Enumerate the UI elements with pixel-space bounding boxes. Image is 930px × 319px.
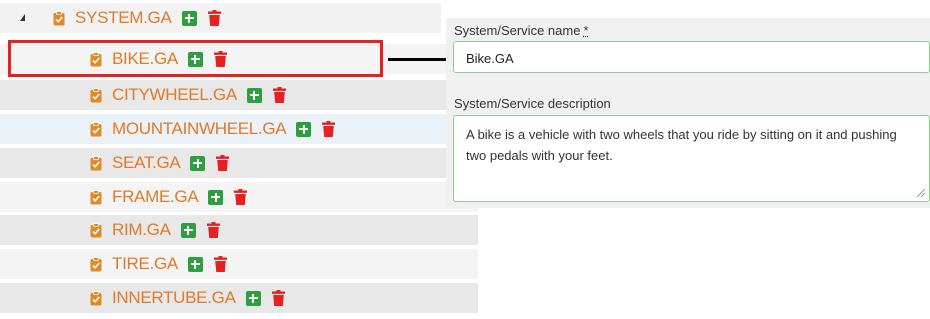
system-detail-form: System/Service name * Bike.GA System/Serv… bbox=[446, 18, 930, 208]
resize-grip-icon[interactable] bbox=[916, 188, 926, 198]
required-indicator: * bbox=[583, 23, 589, 38]
tree-node-label[interactable]: BIKE.GA bbox=[112, 49, 178, 69]
description-field-label: System/Service description bbox=[454, 96, 611, 111]
clipboard-check-icon bbox=[90, 256, 102, 272]
description-text[interactable]: A bike is a vehicle with two wheels that… bbox=[466, 127, 897, 163]
tree-node-tire[interactable]: TIRE.GA bbox=[0, 249, 478, 279]
delete-icon[interactable] bbox=[271, 290, 285, 306]
tree-node-seat[interactable]: SEAT.GA bbox=[0, 148, 478, 178]
tree-node-label[interactable]: TIRE.GA bbox=[112, 254, 178, 274]
clipboard-check-icon bbox=[90, 87, 102, 103]
delete-icon[interactable] bbox=[206, 222, 220, 238]
connector-line bbox=[388, 58, 446, 61]
tree-node-rim[interactable]: RIM.GA bbox=[0, 215, 478, 245]
tree-node-system[interactable]: SYSTEM.GA bbox=[0, 3, 441, 33]
name-field-label: System/Service name * bbox=[454, 23, 589, 38]
tree-node-mountainwheel[interactable]: MOUNTAINWHEEL.GA bbox=[0, 114, 478, 144]
system-name-input[interactable]: Bike.GA bbox=[453, 41, 930, 73]
name-label-text: System/Service name bbox=[454, 23, 581, 38]
tree-node-label[interactable]: SEAT.GA bbox=[112, 153, 181, 173]
clipboard-check-icon bbox=[90, 121, 102, 137]
clipboard-check-icon bbox=[90, 222, 102, 238]
clipboard-check-icon bbox=[90, 51, 102, 67]
tree-node-citywheel[interactable]: CITYWHEEL.GA bbox=[0, 80, 478, 110]
delete-icon[interactable] bbox=[234, 189, 248, 205]
tree-node-label[interactable]: RIM.GA bbox=[112, 220, 171, 240]
delete-icon[interactable] bbox=[213, 256, 227, 272]
tree-node-label[interactable]: MOUNTAINWHEEL.GA bbox=[112, 119, 287, 139]
clipboard-check-icon bbox=[90, 155, 102, 171]
system-description-textarea[interactable]: A bike is a vehicle with two wheels that… bbox=[453, 115, 930, 202]
clipboard-check-icon bbox=[90, 189, 102, 205]
system-tree: SYSTEM.GA BIKE.GA CITYWHEEL.GA MOUNTAINW… bbox=[0, 0, 478, 319]
add-child-icon[interactable] bbox=[246, 87, 262, 103]
add-child-icon[interactable] bbox=[296, 121, 312, 137]
tree-node-frame[interactable]: FRAME.GA bbox=[0, 182, 478, 212]
tree-node-label[interactable]: FRAME.GA bbox=[112, 187, 199, 207]
tree-node-label[interactable]: SYSTEM.GA bbox=[75, 8, 172, 28]
add-child-icon[interactable] bbox=[208, 189, 224, 205]
expanded-triangle-icon[interactable] bbox=[20, 14, 25, 21]
clipboard-check-icon bbox=[90, 290, 102, 306]
delete-icon[interactable] bbox=[322, 121, 336, 137]
add-child-icon[interactable] bbox=[180, 222, 196, 238]
tree-node-label[interactable]: INNERTUBE.GA bbox=[112, 288, 236, 308]
add-child-icon[interactable] bbox=[187, 256, 203, 272]
add-child-icon[interactable] bbox=[187, 51, 203, 67]
tree-node-label[interactable]: CITYWHEEL.GA bbox=[112, 85, 237, 105]
add-child-icon[interactable] bbox=[190, 155, 206, 171]
add-child-icon[interactable] bbox=[245, 290, 261, 306]
clipboard-check-icon bbox=[53, 10, 65, 26]
tree-node-innertube[interactable]: INNERTUBE.GA bbox=[0, 283, 478, 313]
delete-icon[interactable] bbox=[207, 10, 221, 26]
delete-icon[interactable] bbox=[216, 155, 230, 171]
delete-icon[interactable] bbox=[272, 87, 286, 103]
add-child-icon[interactable] bbox=[181, 10, 197, 26]
delete-icon[interactable] bbox=[213, 51, 227, 67]
